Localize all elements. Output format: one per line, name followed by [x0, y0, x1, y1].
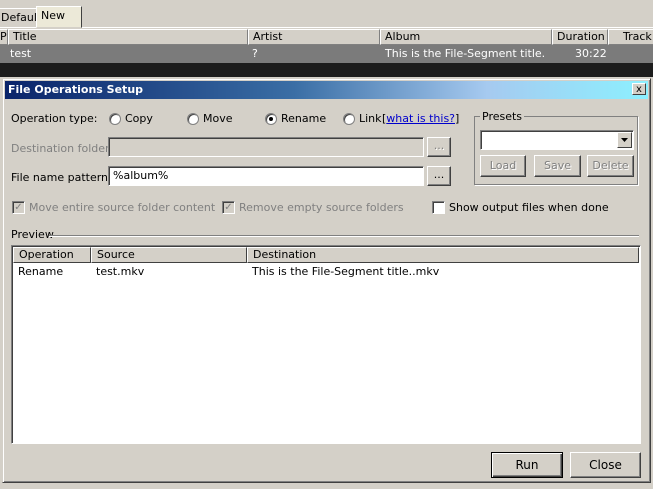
column-header-track[interactable]: Track	[608, 29, 653, 45]
move-entire-label[interactable]: Move entire source folder content	[29, 201, 215, 214]
presets-label: Presets	[480, 110, 525, 123]
playlist-row[interactable]: test ? This is the File-Segment title. 3…	[0, 45, 653, 63]
preview-row-destination: This is the File-Segment title..mkv	[252, 265, 440, 278]
close-button[interactable]: Close	[570, 452, 641, 478]
close-icon[interactable]: x	[632, 83, 646, 95]
pattern-browse-button[interactable]: ...	[427, 166, 451, 186]
file-operations-dialog: File Operations Setup x Operation type: …	[2, 78, 651, 483]
show-output-checkbox[interactable]	[432, 201, 445, 214]
radio-copy[interactable]	[109, 113, 121, 125]
dialog-title: File Operations Setup	[8, 83, 144, 96]
row-album: This is the File-Segment title.	[385, 47, 546, 60]
dialog-titlebar[interactable]: File Operations Setup x	[5, 81, 648, 99]
radio-rename-label[interactable]: Rename	[281, 112, 326, 125]
row-duration: 30:22	[575, 47, 607, 60]
preview-header-source[interactable]: Source	[91, 247, 247, 263]
playlist-empty-area	[0, 63, 653, 77]
preview-row-source: test.mkv	[96, 265, 145, 278]
presets-delete-button[interactable]: Delete	[587, 155, 634, 177]
tab-new[interactable]: New	[36, 6, 82, 28]
row-title: test	[10, 47, 32, 60]
help-link[interactable]: [what is this?]	[382, 112, 459, 125]
show-output-label[interactable]: Show output files when done	[449, 201, 609, 214]
radio-copy-label[interactable]: Copy	[125, 112, 153, 125]
destination-field[interactable]	[108, 137, 424, 157]
playlist-column-header: P Title Artist Album Duration Track	[0, 29, 653, 45]
tab-default[interactable]: Default	[0, 8, 41, 28]
column-header-prefix[interactable]: P	[0, 29, 8, 45]
file-name-pattern-field[interactable]: %album%	[108, 166, 424, 186]
radio-link[interactable]	[343, 113, 355, 125]
file-name-pattern-label: File name pattern:	[11, 171, 112, 184]
operation-type-label: Operation type:	[11, 112, 98, 125]
tab-new-label: New	[41, 9, 65, 22]
preview-row-operation: Rename	[18, 265, 64, 278]
tab-divider	[0, 27, 653, 28]
presets-load-button[interactable]: Load	[480, 155, 526, 177]
column-header-album[interactable]: Album	[380, 29, 552, 45]
column-header-artist[interactable]: Artist	[248, 29, 380, 45]
preview-header-destination[interactable]: Destination	[247, 247, 639, 263]
move-entire-checkbox[interactable]: ✓	[12, 201, 25, 214]
radio-move-label[interactable]: Move	[203, 112, 233, 125]
preview-divider	[49, 235, 639, 236]
destination-label: Destination folder:	[11, 142, 114, 155]
preview-label: Preview	[11, 228, 54, 241]
preview-header-operation[interactable]: Operation	[13, 247, 91, 263]
destination-browse-button[interactable]: ...	[427, 137, 451, 157]
playlist-tab-bar: Default New	[0, 6, 653, 28]
run-button[interactable]: Run	[491, 452, 563, 478]
column-header-title[interactable]: Title	[8, 29, 248, 45]
presets-save-button[interactable]: Save	[534, 155, 581, 177]
presets-dropdown[interactable]	[480, 130, 634, 150]
column-header-duration[interactable]: Duration	[552, 29, 608, 45]
radio-rename[interactable]	[265, 113, 277, 125]
row-artist: ?	[252, 47, 258, 60]
radio-move[interactable]	[187, 113, 199, 125]
preview-list[interactable]: Operation Source Destination Rename test…	[11, 245, 641, 444]
remove-empty-checkbox[interactable]: ✓	[222, 201, 235, 214]
chevron-down-icon[interactable]	[617, 132, 632, 148]
remove-empty-label[interactable]: Remove empty source folders	[239, 201, 404, 214]
radio-link-label[interactable]: Link	[359, 112, 382, 125]
help-link-text[interactable]: what is this?	[386, 112, 455, 125]
